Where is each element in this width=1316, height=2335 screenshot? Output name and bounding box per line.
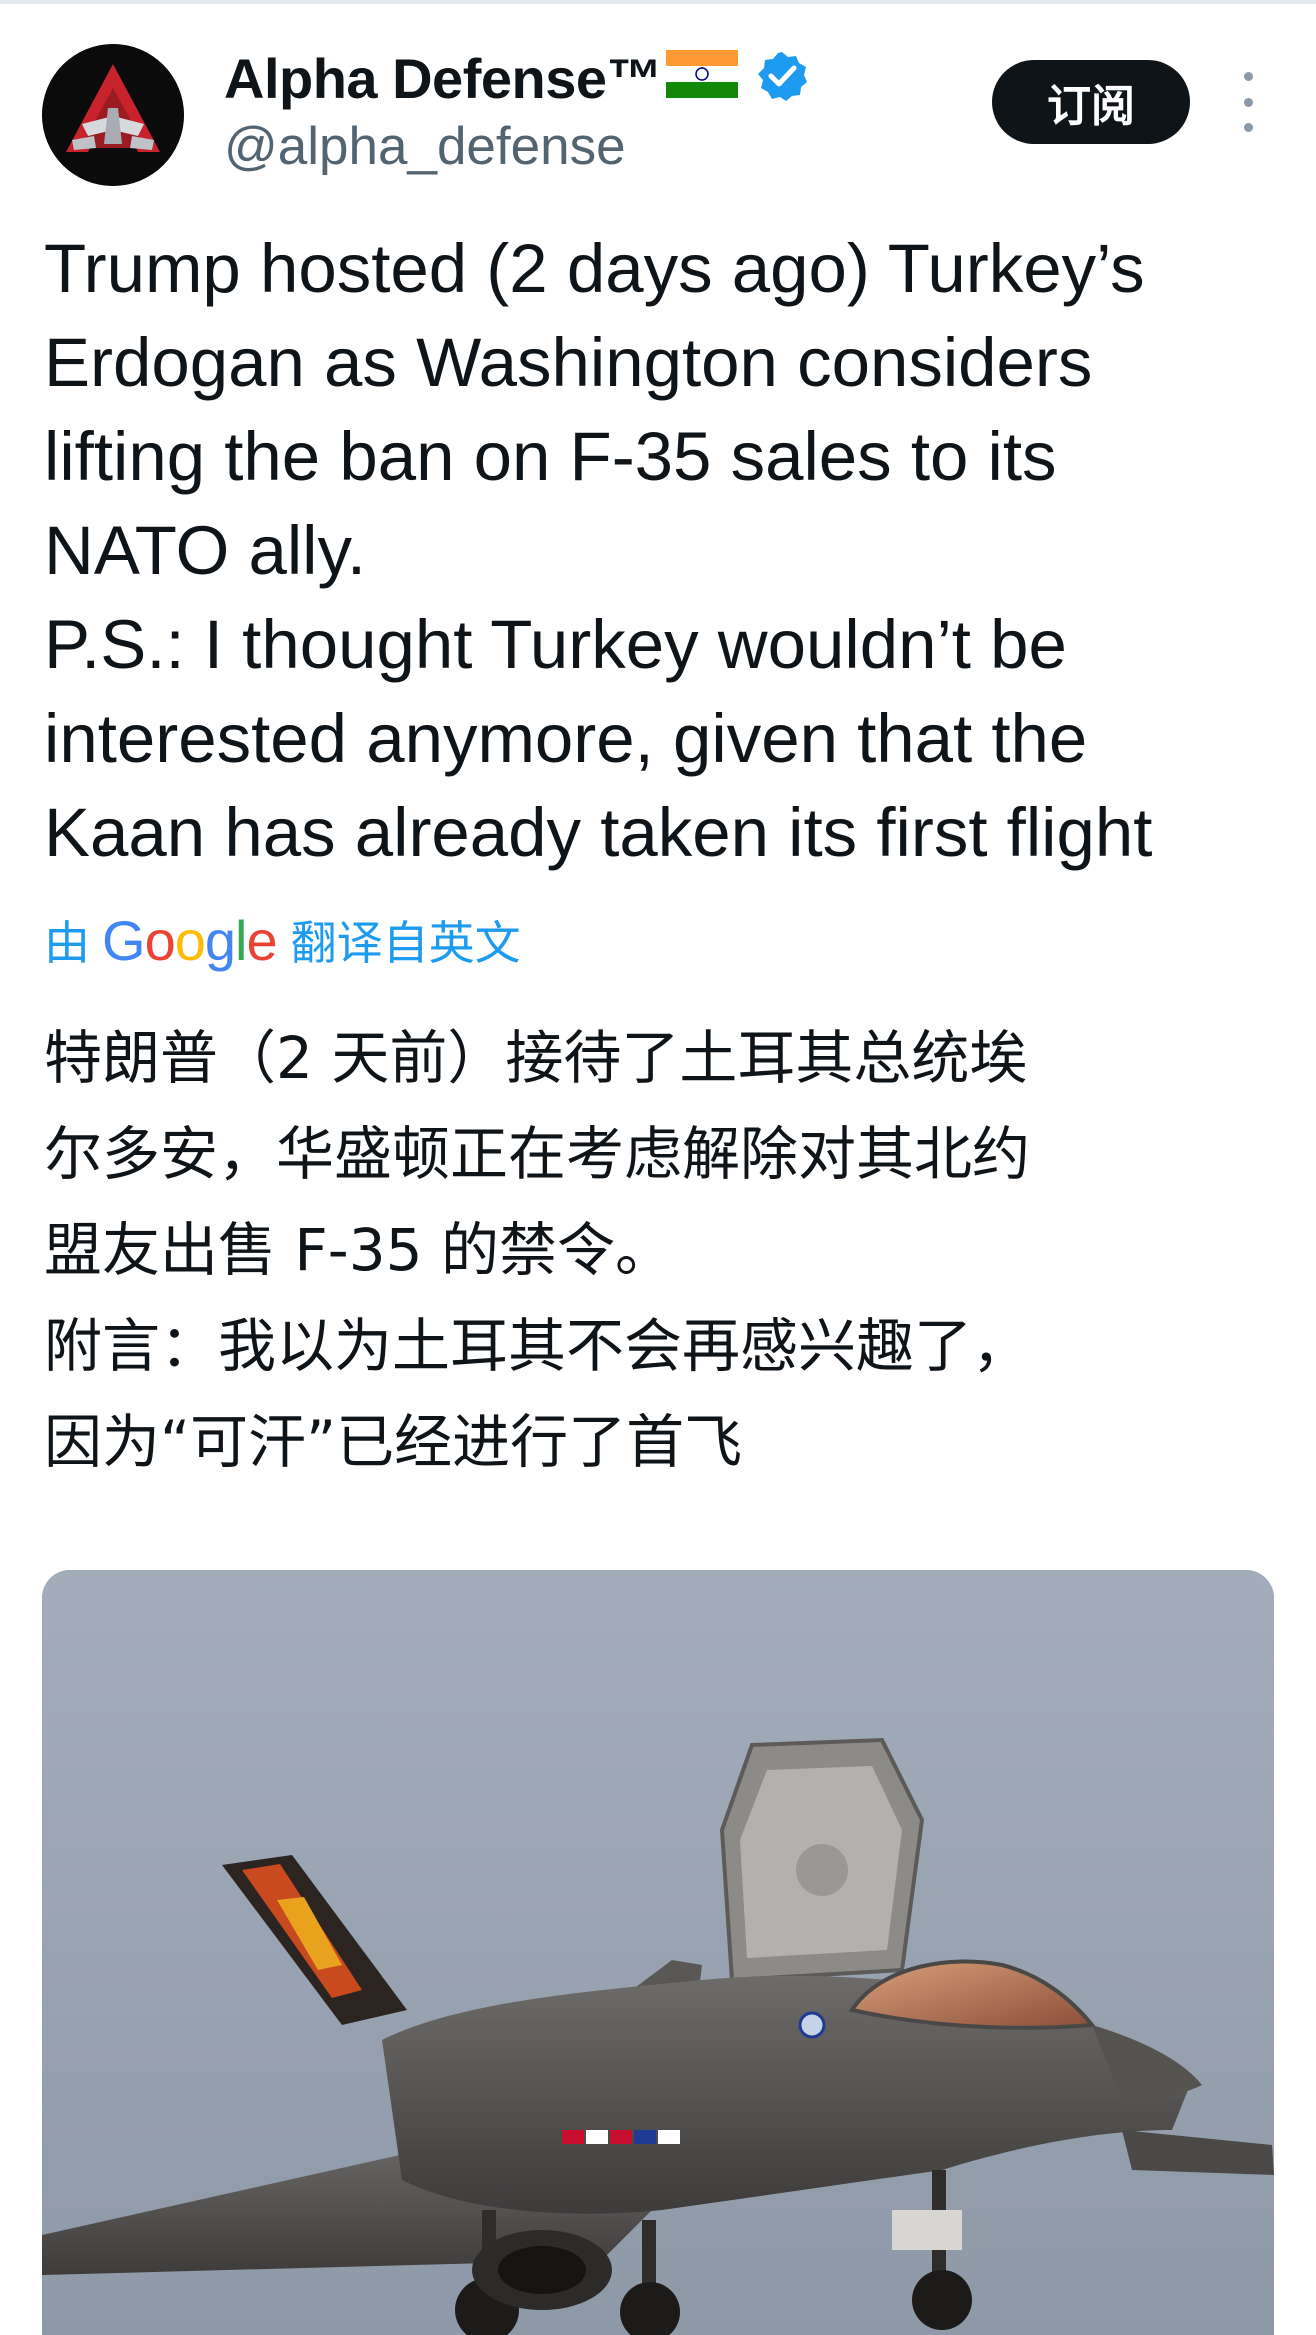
translated-line: 附言：我以为土耳其不会再感兴趣了， bbox=[44, 1312, 1031, 1380]
translated-by-google-link[interactable]: 由 Google 翻译自英文 bbox=[44, 900, 521, 980]
tweet-line: P.S.: I thought Turkey wouldn’t be bbox=[44, 606, 1067, 683]
google-logo: Google bbox=[102, 908, 278, 973]
subscribe-button[interactable]: 订阅 bbox=[992, 60, 1190, 144]
tweet-line: Erdogan as Washington considers bbox=[44, 324, 1093, 401]
tweet-line: interested anymore, given that the bbox=[44, 700, 1088, 777]
tweet-media[interactable] bbox=[42, 1570, 1274, 2335]
verified-badge-icon bbox=[758, 52, 807, 101]
google-letter: o bbox=[174, 908, 206, 972]
more-dot bbox=[1243, 97, 1253, 107]
translated-text: 特朗普（2 天前）接待了土耳其总统埃 尔多安，华盛顿正在考虑解除对其北约 盟友出… bbox=[44, 1010, 1294, 1490]
tweet-line: Kaan has already taken its first flight bbox=[44, 794, 1153, 871]
google-letter: G bbox=[102, 908, 146, 972]
more-dot bbox=[1243, 123, 1253, 132]
translated-by-suffix: 翻译自英文 bbox=[290, 916, 521, 970]
tweet-line: NATO ally. bbox=[44, 512, 367, 589]
more-vertical-icon[interactable] bbox=[1228, 72, 1268, 132]
translated-line: 盟友出售 F-35 的禁令。 bbox=[44, 1216, 673, 1284]
avatar[interactable] bbox=[42, 44, 184, 186]
translated-by-prefix: 由 bbox=[44, 916, 90, 970]
translated-line: 特朗普（2 天前）接待了土耳其总统埃 bbox=[44, 1024, 1028, 1092]
alpha-logo-icon bbox=[42, 44, 184, 186]
display-name[interactable]: Alpha Defense™ bbox=[224, 46, 663, 111]
google-letter: e bbox=[246, 908, 277, 972]
author-name-row: Alpha Defense™ bbox=[224, 42, 808, 114]
tweet-header: Alpha Defense™ @alpha_defense 订阅 bbox=[0, 0, 1316, 190]
more-dot bbox=[1243, 72, 1253, 81]
google-letter: o bbox=[144, 908, 176, 972]
google-letter: l bbox=[235, 908, 247, 972]
india-flag-icon bbox=[666, 50, 738, 98]
translated-line: 尔多安，华盛顿正在考虑解除对其北约 bbox=[44, 1120, 1031, 1188]
translated-line: 因为“可汗”已经进行了首飞 bbox=[44, 1408, 743, 1476]
tweet-text: Trump hosted (2 days ago) Turkey’s Erdog… bbox=[44, 222, 1284, 880]
author-handle[interactable]: @alpha_defense bbox=[224, 116, 626, 177]
tweet-line: Trump hosted (2 days ago) Turkey’s bbox=[44, 230, 1145, 307]
tweet-line: lifting the ban on F-35 sales to its bbox=[44, 418, 1057, 495]
google-letter: g bbox=[204, 908, 236, 972]
fighter-jet-photo bbox=[42, 1570, 1274, 2335]
